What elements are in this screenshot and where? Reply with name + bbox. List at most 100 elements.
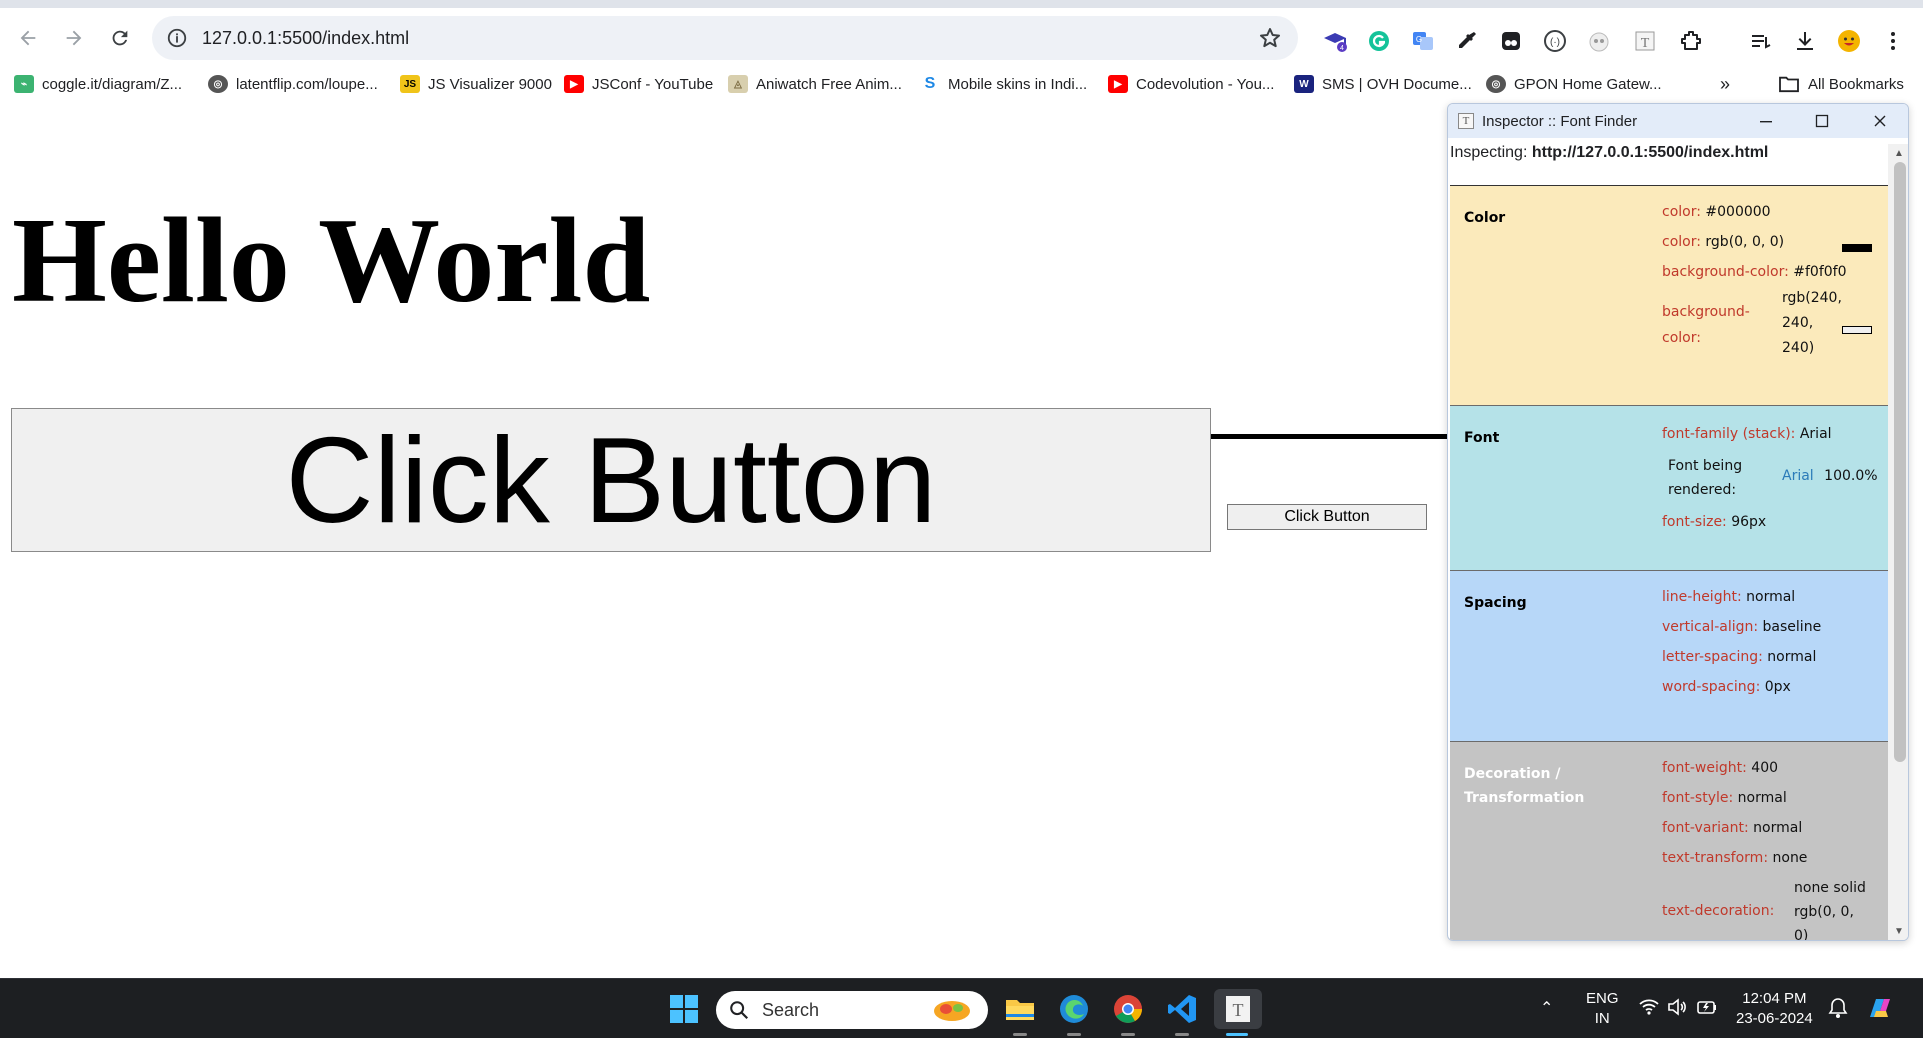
section-title: Color [1464, 210, 1506, 226]
extensions-puzzle-icon[interactable] [1678, 28, 1704, 54]
tray-overflow-chevron-icon[interactable]: ⌃ [1540, 999, 1553, 1019]
prop-row: font-size: 96px [1662, 514, 1767, 530]
minimize-button[interactable] [1754, 109, 1778, 133]
taskbar-active-indicator [1226, 1033, 1248, 1036]
scroll-up-arrow-icon[interactable]: ▲ [1892, 146, 1906, 160]
bookmark-item[interactable]: W SMS | OVH Docume... [1294, 72, 1472, 96]
rendered-font-link[interactable]: Arial 100.0% [1782, 464, 1878, 488]
color-swatch-black [1842, 244, 1872, 252]
site-info-icon[interactable] [166, 27, 188, 49]
bookmark-star-icon[interactable] [1258, 26, 1282, 50]
inspector-title-bar[interactable]: T Inspector :: Font Finder [1448, 104, 1908, 138]
inspecting-line: Inspecting: http://127.0.0.1:5500/index.… [1450, 144, 1769, 161]
click-button-large[interactable]: Click Button [11, 408, 1211, 552]
color-section: Color color: #000000 color: rgb(0, 0, 0)… [1450, 186, 1888, 406]
bookmark-item[interactable]: ⌁ coggle.it/diagram/Z... [14, 72, 182, 96]
bookmark-item[interactable]: ◬ Aniwatch Free Anim... [728, 72, 902, 96]
taskbar-search-box[interactable]: Search [716, 991, 988, 1029]
spacing-section: Spacing line-height: normal vertical-ali… [1450, 571, 1888, 742]
file-explorer-icon[interactable] [1000, 989, 1040, 1029]
address-bar[interactable]: 127.0.0.1:5500/index.html [152, 16, 1298, 60]
font-finder-inspector-window: T Inspector :: Font Finder Inspecting: h… [1447, 103, 1909, 941]
bookmark-item[interactable]: ▶ Codevolution - You... [1108, 72, 1274, 96]
bookmark-item[interactable]: ◎ latentflip.com/loupe... [208, 72, 378, 96]
clock[interactable]: 12:04 PM 23-06-2024 [1736, 989, 1813, 1029]
prop-value: 0) [1794, 928, 1809, 941]
windows-start-icon[interactable] [664, 989, 704, 1029]
font-finder-taskbar-icon[interactable]: T [1214, 989, 1262, 1029]
url-text[interactable]: 127.0.0.1:5500/index.html [202, 28, 409, 49]
taskbar-running-indicator [1067, 1033, 1081, 1036]
section-title: Decoration / Transformation [1464, 766, 1585, 806]
search-icon [730, 1001, 749, 1020]
font-section: Font font-family (stack): Arial Font bei… [1450, 406, 1888, 571]
svg-text:4: 4 [1340, 45, 1344, 52]
profile-avatar[interactable] [1836, 28, 1862, 54]
copilot-icon[interactable] [1864, 993, 1896, 1029]
font-finder-icon: T [1458, 113, 1474, 129]
arrow-left-icon [20, 30, 36, 46]
bookmark-item[interactable]: ◎ GPON Home Gatew... [1486, 72, 1662, 96]
prop-row: font-weight: 400 [1662, 760, 1779, 776]
bookmark-item[interactable]: ▶ JSConf - YouTube [564, 72, 713, 96]
bookmark-item[interactable]: S Mobile skins in Indi... [920, 72, 1087, 96]
inspecting-url: http://127.0.0.1:5500/index.html [1531, 144, 1769, 161]
inspector-title: Inspector :: Font Finder [1482, 112, 1638, 130]
color-picker-icon[interactable] [1454, 28, 1480, 54]
reload-icon [112, 30, 128, 46]
prop-value: none solid [1794, 880, 1866, 896]
extension-graduation-icon[interactable]: 4 [1322, 28, 1348, 54]
battery-icon[interactable] [1696, 997, 1718, 1023]
grammarly-icon[interactable] [1366, 28, 1392, 54]
arrow-right-icon [66, 30, 82, 46]
menu-kebab-icon[interactable] [1880, 28, 1906, 54]
search-highlight-art-icon [934, 1001, 970, 1021]
font-finder-icon[interactable]: T [1632, 28, 1658, 54]
bookmarks-bar: ⌁ coggle.it/diagram/Z... ◎ latentflip.com/… [0, 68, 1923, 100]
volume-icon[interactable] [1666, 997, 1688, 1023]
language-indicator[interactable]: ENG IN [1586, 989, 1619, 1029]
prop-row: font-variant: normal [1662, 820, 1803, 836]
prop-value: 240) [1782, 340, 1815, 356]
maximize-button[interactable] [1810, 109, 1834, 133]
vscode-icon[interactable] [1162, 989, 1202, 1029]
translate-icon[interactable]: G [1410, 28, 1436, 54]
inspector-pointer-line [1211, 434, 1451, 439]
close-icon [1874, 115, 1886, 127]
close-button[interactable] [1868, 109, 1892, 133]
prop-row: text-transform: none [1662, 850, 1808, 866]
forward-button[interactable] [54, 18, 94, 58]
click-button-small[interactable]: Click Button [1227, 504, 1427, 530]
code-brackets-icon[interactable]: (·) [1542, 28, 1568, 54]
edge-icon[interactable] [1054, 989, 1094, 1029]
prop-row: font-style: normal [1662, 790, 1787, 806]
scrollbar-thumb[interactable] [1894, 162, 1906, 762]
download-icon[interactable] [1792, 28, 1818, 54]
js-icon: JS [400, 75, 420, 93]
page-heading: Hello World [12, 193, 651, 328]
prop-label: rendered: [1668, 482, 1737, 498]
taskbar-running-indicator [1013, 1033, 1027, 1036]
section-title: Font [1464, 430, 1500, 446]
taskbar-running-indicator [1121, 1033, 1135, 1036]
decoration-section: Decoration / Transformation font-weight:… [1450, 742, 1888, 941]
prop-label: Font being [1668, 458, 1743, 474]
all-bookmarks-button[interactable]: All Bookmarks [1778, 72, 1904, 96]
svg-text:(·): (·) [1550, 37, 1560, 48]
prop-row: word-spacing: 0px [1662, 679, 1791, 695]
reading-list-icon[interactable] [1748, 28, 1774, 54]
taskbar-running-indicator [1175, 1033, 1189, 1036]
bookmark-item[interactable]: JS JS Visualizer 9000 [400, 72, 552, 96]
chrome-icon[interactable] [1108, 989, 1148, 1029]
scroll-down-arrow-icon[interactable]: ▼ [1892, 924, 1906, 938]
notification-bell-icon[interactable] [1828, 997, 1848, 1025]
more-bookmarks-chevron-icon[interactable]: » [1720, 72, 1730, 96]
coggle-icon: ⌁ [14, 75, 34, 93]
wifi-icon[interactable] [1638, 997, 1660, 1023]
youtube-icon: ▶ [1108, 75, 1128, 93]
svg-text:T: T [1233, 1000, 1244, 1020]
panda-icon[interactable] [1586, 28, 1612, 54]
back-button[interactable] [8, 18, 48, 58]
tampermonkey-icon[interactable] [1498, 28, 1524, 54]
reload-button[interactable] [100, 18, 140, 58]
